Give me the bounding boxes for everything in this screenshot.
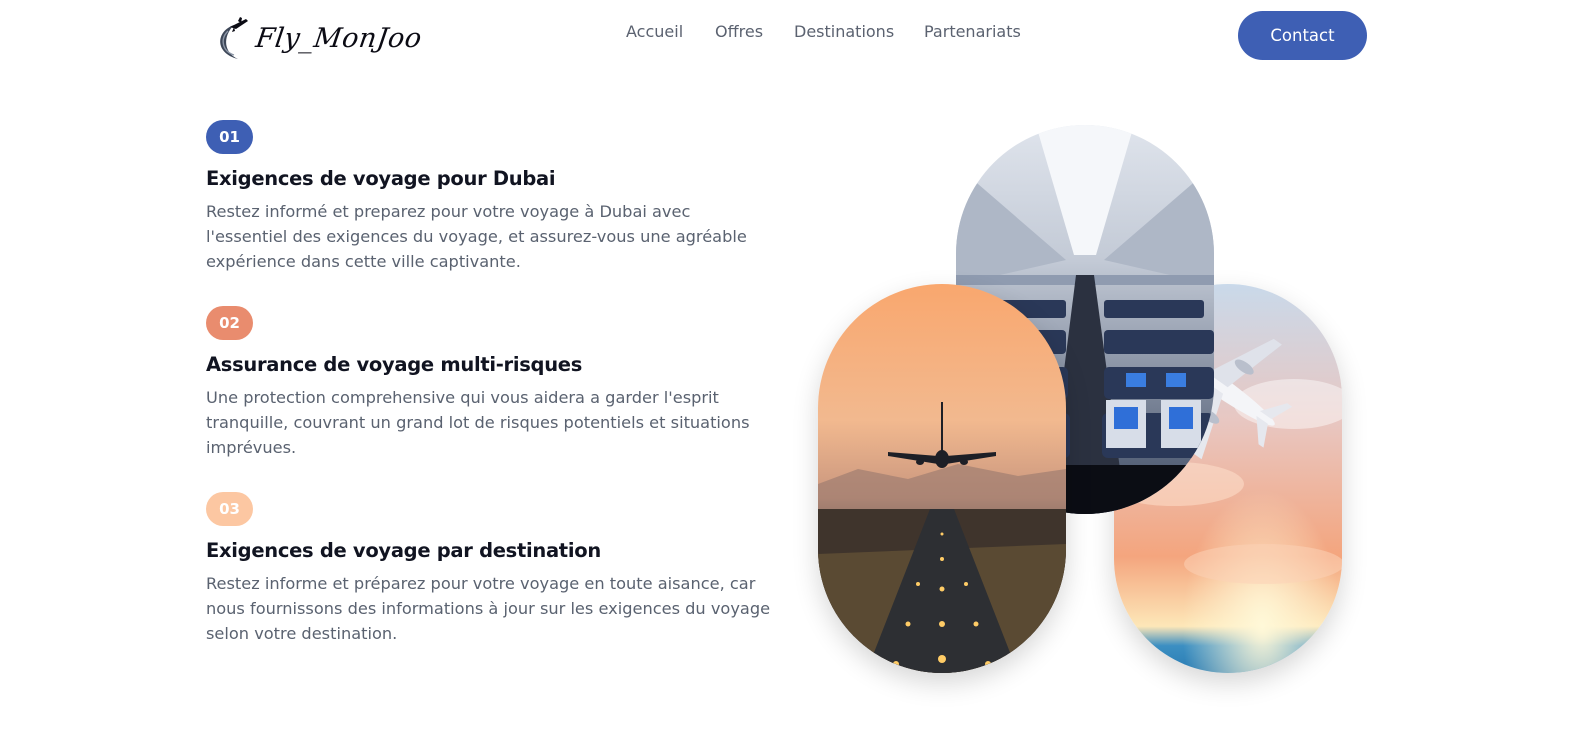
feature-title: Exigences de voyage par destination bbox=[206, 539, 601, 562]
nav-item-accueil[interactable]: Accueil bbox=[626, 22, 683, 41]
feature-title: Assurance de voyage multi-risques bbox=[206, 353, 583, 376]
feature-description: Une protection comprehensive qui vous ai… bbox=[206, 388, 750, 457]
site-header: Fly_MonJoo Accueil Offres Destinations P… bbox=[0, 0, 1578, 72]
feature-description: Restez informe et préparez pour votre vo… bbox=[206, 574, 771, 643]
feature-description: Restez informé et preparez pour votre vo… bbox=[206, 202, 747, 271]
feature-item: 01 Exigences de voyage pour Dubai Restez… bbox=[206, 120, 786, 274]
runway-landing-image bbox=[818, 284, 1066, 673]
feature-number-badge: 01 bbox=[206, 120, 253, 154]
nav-item-offres[interactable]: Offres bbox=[715, 22, 763, 41]
feature-item: 02 Assurance de voyage multi-risques Une… bbox=[206, 306, 786, 460]
feature-title: Exigences de voyage pour Dubai bbox=[206, 167, 556, 190]
nav-item-partenariats[interactable]: Partenariats bbox=[924, 22, 1021, 41]
brand-name: Fly_MonJoo bbox=[253, 22, 424, 54]
brand-logo[interactable]: Fly_MonJoo bbox=[212, 14, 424, 62]
plane-logo-icon bbox=[212, 15, 252, 61]
contact-button[interactable]: Contact bbox=[1238, 11, 1367, 60]
feature-number-badge: 03 bbox=[206, 492, 253, 526]
feature-item: 03 Exigences de voyage par destination R… bbox=[206, 492, 786, 646]
feature-number-badge: 02 bbox=[206, 306, 253, 340]
nav-item-destinations[interactable]: Destinations bbox=[794, 22, 894, 41]
